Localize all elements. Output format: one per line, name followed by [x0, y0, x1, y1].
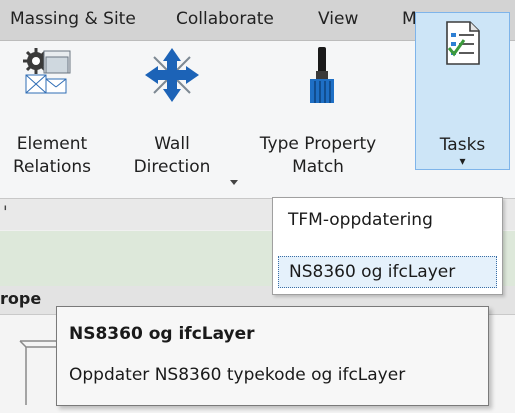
tooltip-description: Oppdater NS8360 typekode og ifcLayer [69, 365, 406, 385]
tab-view[interactable]: View [318, 9, 358, 29]
tasks-dropdown-menu: TFM-oppdatering NS8360 og ifcLayer [272, 197, 503, 295]
tooltip-title: NS8360 og ifcLayer [69, 324, 255, 344]
properties-title: rope [0, 289, 42, 308]
wall-direction-button[interactable]: Wall Direction [118, 41, 238, 198]
dropdown-arrow-icon[interactable] [230, 180, 238, 186]
task-list-icon [446, 21, 480, 65]
wall-direction-icon [145, 48, 199, 102]
tab-massing-site[interactable]: Massing & Site [10, 9, 136, 29]
menu-item-tfm-oppdatering[interactable]: TFM-oppdatering [278, 205, 497, 237]
type-property-match-label: Type Property Match [259, 134, 377, 177]
menu-item-ns8360-ifclayer[interactable]: NS8360 og ifcLayer [278, 256, 497, 288]
element-relations-icon [23, 48, 71, 94]
wall-direction-label: Wall Direction [133, 134, 211, 177]
tab-collaborate[interactable]: Collaborate [176, 9, 274, 29]
tooltip: NS8360 og ifcLayer Oppdater NS8360 typek… [56, 306, 489, 406]
element-relations-label: Element Relations [12, 134, 92, 177]
tasks-dropdown-arrow-icon: ▾ [459, 154, 466, 168]
element-relations-button[interactable]: Element Relations [0, 41, 110, 198]
type-property-match-button[interactable]: Type Property Match [238, 41, 398, 198]
paintbrush-icon [310, 47, 334, 103]
tasks-button[interactable]: Tasks ▾ [415, 12, 510, 170]
